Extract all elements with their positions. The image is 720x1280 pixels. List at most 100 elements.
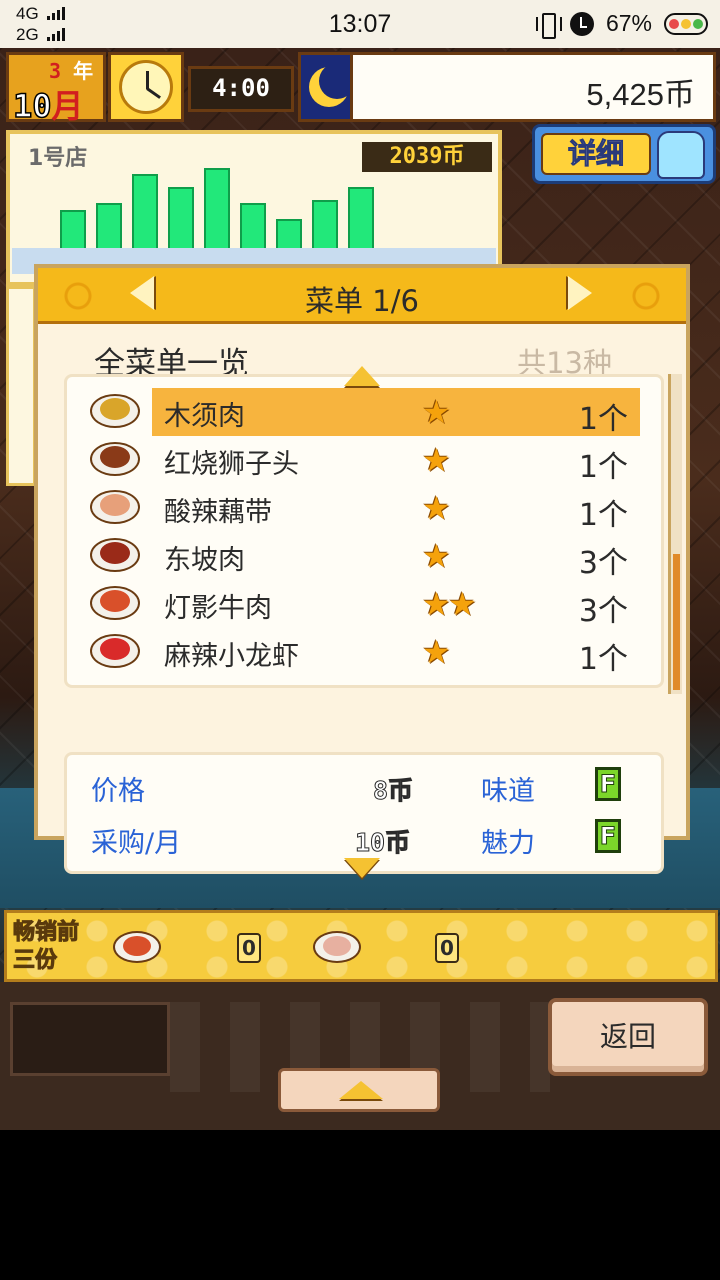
list-scrollbar[interactable] — [668, 374, 682, 694]
navigation-area — [0, 1130, 720, 1280]
dish-name: 木须肉 — [164, 401, 245, 432]
info-panel: 价格 8币 味道 F 采购/月 10币 魅力 F — [64, 752, 664, 874]
star-icon: ★ — [422, 633, 451, 671]
battery-percent: 67% — [605, 10, 652, 36]
price-value: 8币 — [372, 776, 414, 806]
month-bar — [312, 200, 338, 248]
dish-quantity: 3个 — [578, 594, 628, 629]
menu-dialog: 菜单 1/6 全菜单一览 共13种 木须肉 ★ 1个 红烧狮子头 ★ 1个 酸辣藕带 ★ 1个东… — [34, 264, 690, 878]
game-screen: 3 年 10月 4:00 5,425币 1号店 2039币 详细 菜单 1/6 … — [0, 48, 720, 1130]
taste-label: 味道 — [481, 776, 535, 807]
store-name: 1号店 — [28, 146, 88, 171]
price-label: 价格 — [91, 776, 145, 807]
menu-row[interactable]: 灯影牛肉 ★★ 3个 — [64, 580, 664, 629]
bunny-mascot-icon — [657, 131, 705, 179]
year-number: 3 — [49, 59, 62, 83]
scroll-down-arrow-icon[interactable] — [344, 858, 380, 878]
dish-name: 麻辣小龙虾 — [164, 641, 299, 672]
scroll-up-arrow-icon[interactable] — [344, 366, 380, 386]
rating-stars: ★★ — [422, 585, 477, 623]
money-value: 5,425币 — [586, 77, 695, 112]
status-bar: 4G 2G 13:07 67% — [0, 0, 720, 48]
menu-row[interactable]: 红烧狮子头 ★ 1个 — [64, 436, 664, 485]
rating-stars: ★ — [422, 633, 451, 671]
game-time: 4:00 — [188, 66, 294, 112]
dish-name: 红烧狮子头 — [164, 449, 299, 480]
store-income: 2039币 — [362, 142, 492, 172]
dish-name: 东坡肉 — [164, 545, 245, 576]
side-panel — [6, 286, 36, 486]
dish-icon — [90, 586, 140, 620]
month-bar — [204, 168, 230, 248]
year-unit: 年 — [73, 59, 94, 83]
charm-grade: F — [595, 819, 621, 853]
next-page-arrow-icon[interactable] — [568, 276, 592, 310]
status-right: 67% — [535, 10, 708, 39]
purchase-value: 10币 — [354, 828, 411, 858]
star-icon: ★ — [422, 537, 451, 575]
bestseller-dish-1-icon — [113, 931, 161, 963]
dish-quantity: 1个 — [578, 402, 628, 437]
battery-icon — [664, 12, 708, 35]
taste-grade: F — [595, 767, 621, 801]
month-bar — [132, 174, 158, 248]
clock-face — [119, 60, 173, 114]
year-display: 3 年 — [49, 55, 93, 84]
dish-icon — [90, 442, 140, 476]
rating-stars: ★ — [422, 393, 451, 431]
detail-button-label: 详细 — [541, 133, 651, 175]
month-bar — [348, 187, 374, 248]
date-display: 3 年 10月 — [6, 52, 106, 126]
menu-row[interactable]: 木须肉 ★ 1个 — [64, 388, 664, 437]
star-icon: ★ — [448, 585, 477, 623]
star-icon: ★ — [422, 393, 451, 431]
month-bar — [168, 187, 194, 248]
dialog-header: 菜单 1/6 — [38, 268, 686, 324]
bottom-bar: 返回 — [0, 982, 720, 1130]
month-number: 10 — [12, 86, 52, 126]
dish-icon — [90, 634, 140, 668]
month-display: 10月 — [12, 81, 84, 127]
moon-icon — [298, 52, 355, 122]
menu-row[interactable]: 酸辣藕带 ★ 1个 — [64, 484, 664, 533]
charm-label: 魅力 — [481, 828, 535, 859]
scrollbar-thumb[interactable] — [673, 554, 680, 690]
dish-icon — [90, 538, 140, 572]
detail-button[interactable]: 详细 — [532, 124, 716, 184]
star-icon: ★ — [422, 441, 451, 479]
back-button[interactable]: 返回 — [548, 998, 708, 1076]
bestseller-count-1: 0 — [237, 933, 261, 963]
moon-shape — [309, 63, 355, 107]
dish-quantity: 1个 — [578, 450, 628, 485]
star-icon: ★ — [422, 585, 451, 623]
money-display: 5,425币 — [350, 52, 716, 122]
alarm-icon — [569, 11, 594, 36]
menu-row[interactable]: 麻辣小龙虾 ★ 1个 — [64, 628, 664, 677]
clock-icon[interactable] — [108, 52, 184, 122]
dish-name: 酸辣藕带 — [164, 497, 272, 528]
bestseller-dish-2-icon — [313, 931, 361, 963]
dish-name: 灯影牛肉 — [164, 593, 272, 624]
rating-stars: ★ — [422, 537, 451, 575]
month-bar — [96, 203, 122, 248]
month-unit: 月 — [51, 87, 84, 125]
month-bar — [276, 219, 302, 248]
star-icon: ★ — [422, 489, 451, 527]
dish-icon — [90, 394, 140, 428]
bestseller-label: 畅销前三份 — [13, 920, 80, 974]
up-arrow-icon — [339, 1081, 383, 1099]
dish-quantity: 1个 — [578, 498, 628, 533]
rating-stars: ★ — [422, 441, 451, 479]
rating-stars: ★ — [422, 489, 451, 527]
dish-quantity: 1个 — [578, 642, 628, 677]
bestseller-count-2: 0 — [435, 933, 459, 963]
month-bar — [60, 210, 86, 248]
vibrate-icon — [535, 11, 562, 39]
purchase-label: 采购/月 — [91, 828, 182, 859]
month-bar — [240, 203, 266, 248]
expand-up-button[interactable] — [278, 1068, 440, 1112]
bestseller-bar: 畅销前三份 0 0 — [4, 910, 718, 982]
sign-board — [10, 1002, 170, 1076]
dish-quantity: 3个 — [578, 546, 628, 581]
menu-row[interactable]: 东坡肉 ★ 3个 — [64, 532, 664, 581]
